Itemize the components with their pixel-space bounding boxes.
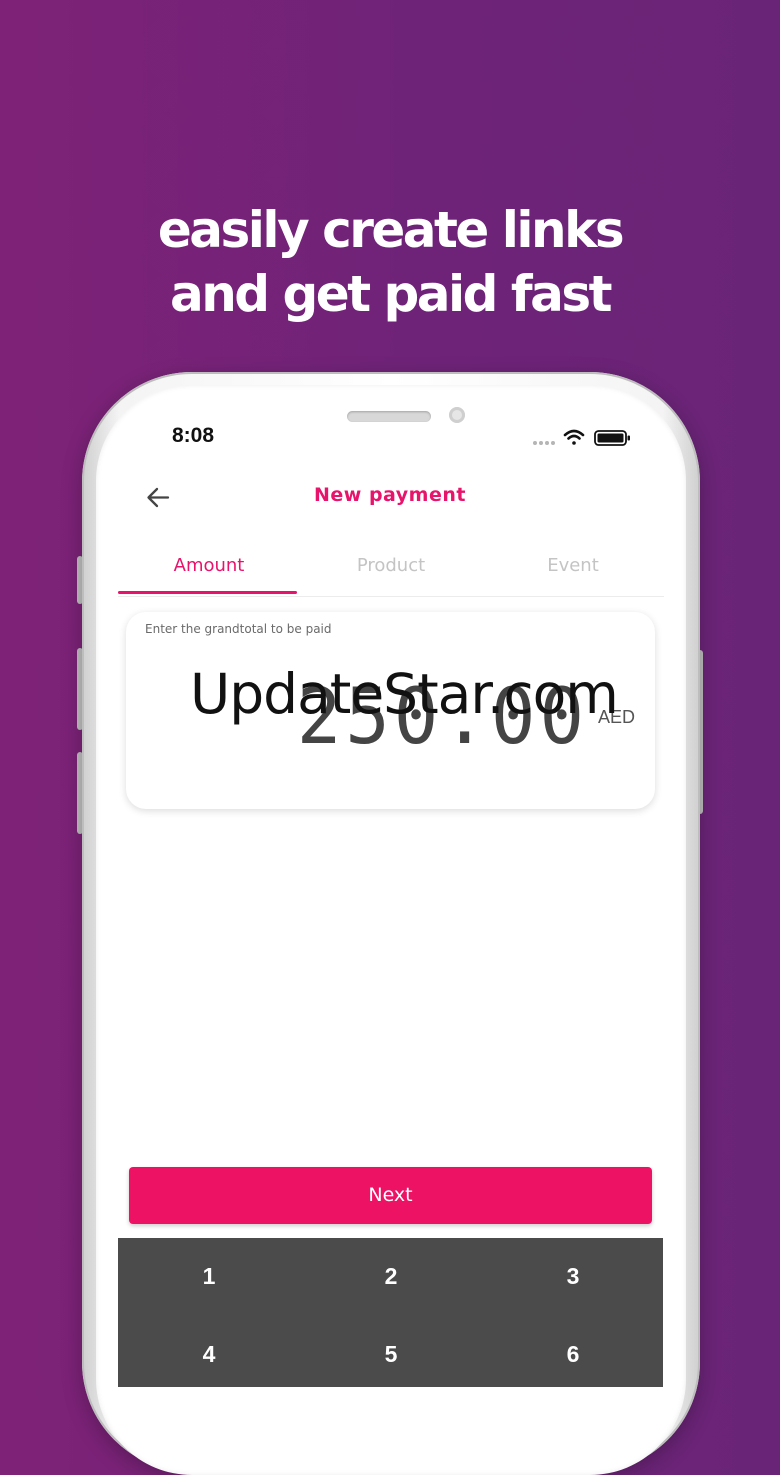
promo-line-1: easily create links	[157, 201, 625, 259]
tab-amount[interactable]: Amount	[118, 548, 300, 594]
active-tab-indicator	[118, 591, 297, 594]
promo-headline: easily create links and get paid fast	[0, 198, 780, 326]
key-4[interactable]: 4	[118, 1316, 300, 1392]
tab-product[interactable]: Product	[300, 548, 482, 594]
key-1[interactable]: 1	[118, 1238, 300, 1314]
status-icons	[533, 429, 630, 446]
next-button[interactable]: Next	[129, 1167, 652, 1224]
status-time: 8:08	[172, 424, 215, 447]
page-title: New payment	[314, 484, 466, 506]
wifi-icon	[563, 429, 585, 445]
tab-event[interactable]: Event	[482, 548, 664, 594]
amount-hint: Enter the grandtotal to be paid	[145, 622, 332, 636]
payment-type-tabs: Amount Product Event	[118, 548, 664, 597]
key-5[interactable]: 5	[300, 1316, 482, 1392]
promo-line-2: and get paid fast	[169, 265, 613, 323]
watermark: UpdateStar.com	[190, 662, 619, 726]
key-3[interactable]: 3	[482, 1238, 664, 1314]
phone-camera	[449, 407, 465, 423]
signal-dots-icon	[533, 441, 555, 445]
key-6[interactable]: 6	[482, 1316, 664, 1392]
phone-speaker	[347, 411, 431, 422]
battery-icon	[594, 430, 630, 446]
key-2[interactable]: 2	[300, 1238, 482, 1314]
numeric-keypad: 1 2 3 4 5 6	[118, 1238, 663, 1387]
